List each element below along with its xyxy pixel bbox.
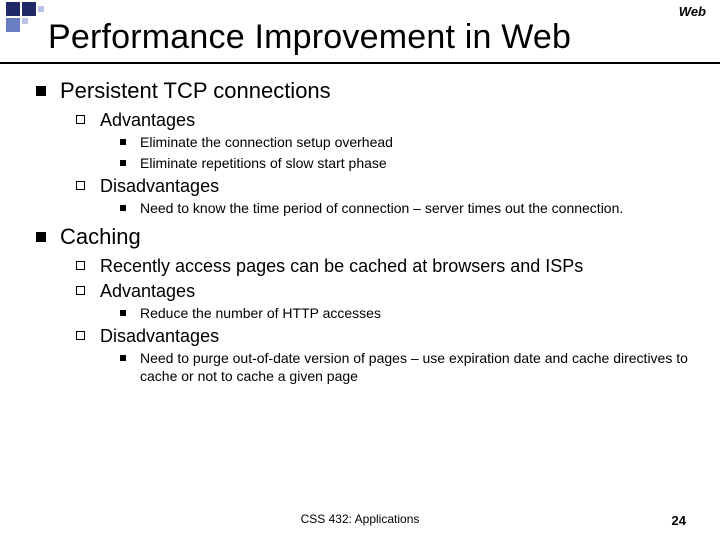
bullet-text: Disadvantages	[100, 176, 219, 196]
list-item: Disadvantages Need to know the time peri…	[76, 176, 696, 218]
bullet-text: Reduce the number of HTTP accesses	[140, 305, 381, 321]
list-item: Need to know the time period of connecti…	[120, 200, 696, 218]
bullet-text: Advantages	[100, 281, 195, 301]
list-item: Advantages Eliminate the connection setu…	[76, 110, 696, 172]
list-item: Eliminate the connection setup overhead	[120, 134, 696, 152]
header-topic-label: Web	[679, 4, 706, 19]
list-item: Disadvantages Need to purge out-of-date …	[76, 326, 696, 385]
page-number: 24	[672, 513, 686, 528]
bullet-text: Need to purge out-of-date version of pag…	[140, 350, 688, 384]
list-item: Advantages Reduce the number of HTTP acc…	[76, 281, 696, 323]
bullet-text: Eliminate repetitions of slow start phas…	[140, 155, 387, 171]
list-item: Recently access pages can be cached at b…	[76, 256, 696, 277]
slide-title: Performance Improvement in Web	[48, 18, 571, 57]
list-item: Reduce the number of HTTP accesses	[120, 305, 696, 323]
footer-course-label: CSS 432: Applications	[0, 512, 720, 526]
bullet-text: Eliminate the connection setup overhead	[140, 134, 393, 150]
title-underline	[0, 62, 720, 64]
bullet-text: Caching	[60, 224, 141, 249]
list-item: Need to purge out-of-date version of pag…	[120, 350, 696, 385]
list-item: Persistent TCP connections Advantages El…	[36, 78, 696, 218]
bullet-text: Disadvantages	[100, 326, 219, 346]
list-item: Eliminate repetitions of slow start phas…	[120, 155, 696, 173]
bullet-text: Recently access pages can be cached at b…	[100, 256, 583, 276]
bullet-text: Persistent TCP connections	[60, 78, 331, 103]
bullet-text: Advantages	[100, 110, 195, 130]
slide-body: Persistent TCP connections Advantages El…	[36, 78, 696, 391]
list-item: Caching Recently access pages can be cac…	[36, 224, 696, 386]
bullet-text: Need to know the time period of connecti…	[140, 200, 623, 216]
